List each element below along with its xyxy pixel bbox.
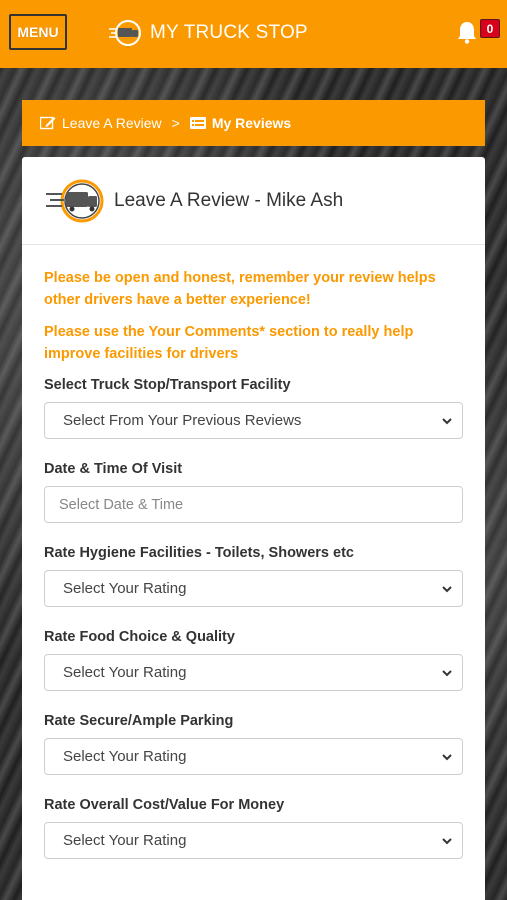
chevron-down-icon (442, 754, 452, 761)
breadcrumb-my-reviews-label: My Reviews (211, 115, 292, 131)
card-header: Leave A Review - Mike Ash (22, 157, 485, 245)
brand-logo-link[interactable]: MY TRUCK STOP (108, 18, 308, 48)
breadcrumb-separator: > (171, 115, 180, 131)
chevron-down-icon (442, 586, 452, 593)
parking-rating-label: Rate Secure/Ample Parking (44, 713, 234, 729)
value-rating-value: Select Your Rating (63, 832, 187, 849)
page-title: Leave A Review - Mike Ash (114, 189, 344, 211)
facility-select[interactable]: Select From Your Previous Reviews (44, 402, 463, 439)
honesty-notice: Please be open and honest, remember your… (44, 270, 436, 308)
food-rating-label: Rate Food Choice & Quality (44, 629, 235, 645)
truck-logo-icon (109, 20, 141, 46)
food-rating-value: Select Your Rating (63, 664, 187, 681)
list-icon (189, 117, 206, 129)
comments-notice: Please use the Your Comments* section to… (44, 324, 414, 362)
value-rating-select[interactable]: Select Your Rating (44, 822, 463, 859)
menu-button[interactable]: MENU (9, 14, 67, 50)
facility-select-value: Select From Your Previous Reviews (63, 412, 302, 429)
breadcrumb-leave-review[interactable]: Leave A Review (40, 115, 162, 131)
chevron-down-icon (442, 670, 452, 677)
parking-rating-select[interactable]: Select Your Rating (44, 738, 463, 775)
truck-logo-icon (46, 179, 104, 222)
review-form: Please be open and honest, remember your… (22, 245, 485, 859)
breadcrumb: Leave A Review > My Reviews (22, 100, 485, 146)
visit-datetime-input[interactable]: Select Date & Time (44, 486, 463, 523)
edit-icon (40, 116, 56, 130)
value-rating-label: Rate Overall Cost/Value For Money (44, 797, 285, 813)
review-form-card: Leave A Review - Mike Ash Please be open… (22, 157, 485, 900)
parking-rating-value: Select Your Rating (63, 748, 187, 765)
hygiene-rating-label: Rate Hygiene Facilities - Toilets, Showe… (44, 545, 354, 561)
breadcrumb-my-reviews[interactable]: My Reviews (189, 115, 292, 131)
notification-count-badge[interactable]: 0 (480, 19, 500, 38)
visit-datetime-label: Date & Time Of Visit (44, 461, 183, 477)
hygiene-rating-select[interactable]: Select Your Rating (44, 570, 463, 607)
top-navigation-bar: MENU MY TRUCK STOP 0 (0, 0, 507, 68)
facility-label: Select Truck Stop/Transport Facility (44, 377, 291, 393)
hygiene-rating-value: Select Your Rating (63, 580, 187, 597)
chevron-down-icon (442, 838, 452, 845)
breadcrumb-leave-review-label: Leave A Review (62, 115, 162, 131)
chevron-down-icon (442, 418, 452, 425)
bell-icon[interactable] (456, 20, 478, 44)
food-rating-select[interactable]: Select Your Rating (44, 654, 463, 691)
brand-name: MY TRUCK STOP (150, 22, 308, 43)
visit-datetime-placeholder: Select Date & Time (59, 496, 184, 513)
